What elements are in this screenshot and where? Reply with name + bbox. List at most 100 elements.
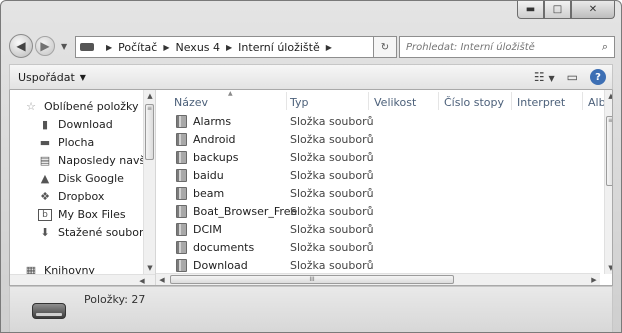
file-name: Alarms (193, 115, 232, 128)
file-type: Složka souborů (290, 169, 374, 182)
column-divider[interactable] (368, 92, 369, 110)
file-name: Download (193, 259, 248, 272)
scroll-right-icon[interactable]: ▶ (588, 274, 600, 285)
breadcrumb-item-storage[interactable]: Interní úložiště (238, 41, 320, 54)
change-view-button[interactable]: ☷ ▼ (534, 70, 555, 84)
folder-icon (176, 241, 187, 254)
column-header-artist[interactable]: Interpret (517, 96, 565, 109)
file-name: baidu (193, 169, 224, 182)
explorer-window: ▬ □ ✕ ◀ ▶ ▼ ▶ Počítač ▶ Nexus 4 ▶ Intern… (0, 0, 622, 333)
scroll-thumb[interactable]: ≡ (145, 104, 154, 160)
file-row[interactable]: Boat_Browser_Free Složka souborů (156, 202, 586, 220)
maximize-button[interactable]: □ (544, 1, 571, 19)
file-row[interactable]: Alarms Složka souborů (156, 112, 586, 130)
file-row[interactable]: Android Složka souborů (156, 130, 586, 148)
file-row[interactable]: beam Složka souborů (156, 184, 586, 202)
nav-item-label: My Box Files (58, 208, 126, 221)
chevron-down-icon: ▼ (548, 74, 555, 83)
folder-icon (176, 151, 187, 164)
column-divider[interactable] (286, 92, 287, 110)
refresh-icon: ↻ (380, 41, 390, 53)
nav-item-label: Plocha (58, 136, 95, 149)
scroll-down-icon[interactable]: ▼ (144, 262, 155, 274)
list-horizontal-scrollbar[interactable]: ◀ III ▶ (156, 273, 600, 285)
close-button[interactable]: ✕ (571, 1, 615, 19)
column-divider[interactable] (438, 92, 439, 110)
breadcrumb-separator-icon[interactable]: ▶ (163, 43, 169, 52)
scroll-up-icon[interactable]: ▲ (605, 90, 612, 102)
view-controls: ☷ ▼ ▭ ? (534, 69, 606, 85)
file-type: Složka souborů (290, 241, 374, 254)
search-input[interactable] (406, 41, 586, 53)
file-type: Složka souborů (290, 151, 374, 164)
nav-item-google-drive[interactable]: ▲ Disk Google (38, 172, 124, 185)
google-drive-icon: ▲ (40, 171, 50, 185)
nav-item-box[interactable]: b My Box Files (38, 208, 126, 221)
organize-button[interactable]: Uspořádat ▼ (18, 71, 86, 84)
nav-vertical-scrollbar[interactable]: ▲ ≡ ▼ (143, 90, 155, 274)
column-header-track-number[interactable]: Číslo stopy (444, 96, 504, 109)
file-type: Složka souborů (290, 205, 374, 218)
scroll-thumb[interactable]: ≡ (606, 116, 612, 186)
column-header-name[interactable]: Název (174, 96, 208, 109)
column-header-type[interactable]: Typ (290, 96, 309, 109)
breadcrumb-item-device[interactable]: Nexus 4 (176, 41, 221, 54)
device-icon (80, 43, 94, 51)
forward-arrow-icon: ▶ (40, 39, 50, 53)
nav-item-label: Download (58, 118, 113, 131)
breadcrumb-separator-icon[interactable]: ▶ (326, 43, 332, 52)
folder-icon (176, 259, 187, 272)
file-row[interactable]: backups Složka souborů (156, 148, 586, 166)
nav-favorites[interactable]: ☆ Oblíbené položky (24, 100, 139, 113)
column-divider[interactable] (582, 92, 583, 110)
minimize-button[interactable]: ▬ (517, 1, 544, 19)
search-icon[interactable]: ⌕ (602, 40, 608, 54)
scroll-up-icon[interactable]: ▲ (144, 90, 155, 102)
folder-icon (176, 115, 187, 128)
file-row[interactable]: Download Složka souborů (156, 256, 586, 274)
refresh-button[interactable]: ↻ (373, 36, 397, 58)
help-button[interactable]: ? (590, 69, 606, 85)
nav-item-recent-places[interactable]: ▤ Naposledy navští (38, 154, 153, 167)
address-bar[interactable]: ▶ Počítač ▶ Nexus 4 ▶ Interní úložiště ▶… (75, 36, 391, 58)
column-headers: ▲ Název Typ Velikost Číslo stopy Interpr… (156, 90, 606, 112)
file-name: backups (193, 151, 239, 164)
nav-item-dropbox[interactable]: ❖ Dropbox (38, 190, 104, 203)
nav-item-downloads[interactable]: ⬇ Stažené soubory (38, 226, 150, 239)
file-type: Složka souborů (290, 133, 374, 146)
file-name: beam (193, 187, 225, 200)
breadcrumb: ▶ Počítač ▶ Nexus 4 ▶ Interní úložiště ▶ (100, 41, 338, 54)
nav-horizontal-scrollbar[interactable]: ◀ (10, 274, 155, 285)
scroll-left-icon[interactable]: ◀ (156, 274, 168, 285)
caption-buttons: ▬ □ ✕ (517, 1, 615, 19)
column-header-album[interactable]: Alb (588, 96, 606, 109)
breadcrumb-separator-icon[interactable]: ▶ (226, 43, 232, 52)
downloads-icon: ⬇ (40, 225, 50, 239)
preview-pane-button[interactable]: ▭ (567, 70, 578, 84)
file-row[interactable]: DCIM Složka souborů (156, 220, 586, 238)
recent-pages-dropdown[interactable]: ▼ (61, 42, 67, 51)
breadcrumb-separator-icon[interactable]: ▶ (106, 43, 112, 52)
nav-item-desktop[interactable]: ▬ Plocha (38, 136, 94, 149)
forward-button[interactable]: ▶ (35, 36, 55, 56)
scroll-left-icon[interactable]: ◀ (136, 275, 148, 285)
column-divider[interactable] (511, 92, 512, 110)
scroll-down-icon[interactable]: ▼ (605, 262, 612, 274)
scroll-thumb[interactable]: III (170, 275, 454, 284)
nav-item-download[interactable]: ▮ Download (38, 118, 113, 131)
list-vertical-scrollbar[interactable]: ▲ ≡ ▼ (604, 90, 612, 274)
file-name: documents (193, 241, 255, 254)
column-header-size[interactable]: Velikost (374, 96, 416, 109)
main-content: ☆ Oblíbené položky ▮ Download ▬ Plocha ▤… (9, 90, 613, 286)
search-box[interactable]: ⌕ (399, 36, 615, 58)
back-button[interactable]: ◀ (9, 34, 33, 58)
file-row[interactable]: baidu Složka souborů (156, 166, 586, 184)
sort-ascending-icon: ▲ (228, 90, 233, 97)
breadcrumb-item-computer[interactable]: Počítač (118, 41, 157, 54)
folder-icon (176, 133, 187, 146)
nav-favorites-label: Oblíbené položky (44, 100, 139, 113)
file-row[interactable]: documents Složka souborů (156, 238, 586, 256)
command-bar: Uspořádat ▼ ☷ ▼ ▭ ? (9, 64, 613, 90)
file-name: DCIM (193, 223, 222, 236)
details-pane: Položky: 27 (9, 286, 613, 332)
